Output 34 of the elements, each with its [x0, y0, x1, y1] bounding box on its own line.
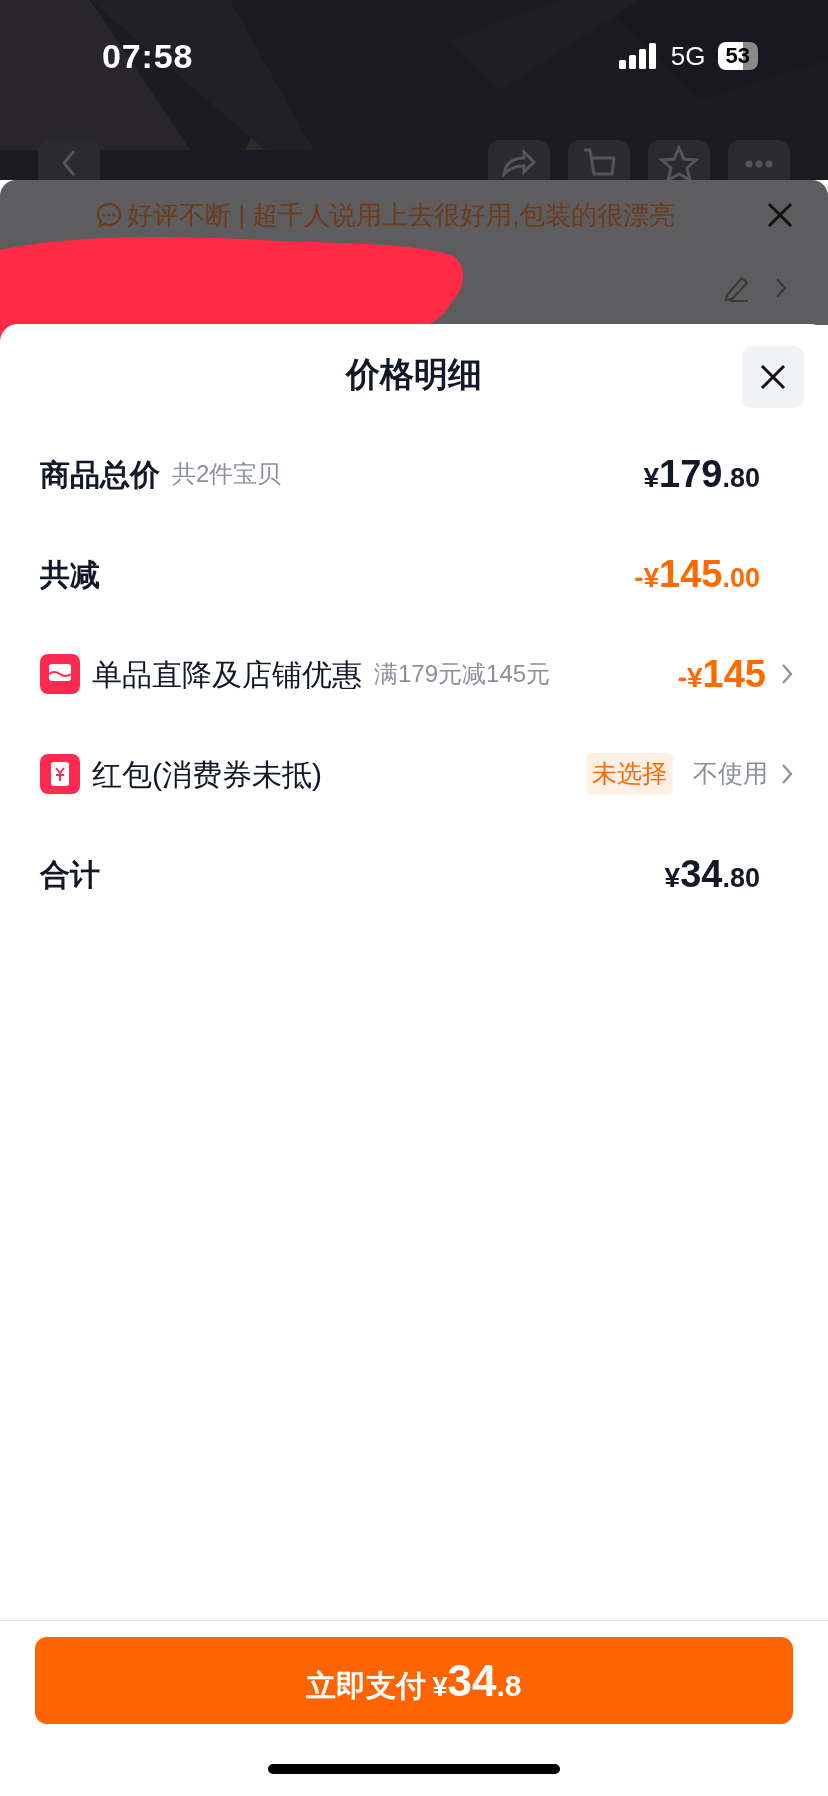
- status-badge: 未选择: [586, 753, 673, 795]
- more-button[interactable]: [728, 140, 790, 180]
- chevron-right-icon: [780, 662, 794, 686]
- signal-icon: [618, 43, 659, 69]
- chat-bubble-icon: [95, 201, 123, 229]
- network-label: 5G: [670, 39, 706, 73]
- banner-text: 好评不断 | 超千人说用上去很好用,包装的很漂亮: [127, 198, 676, 232]
- chevron-right-icon: [780, 762, 794, 786]
- status-time: 07:58: [102, 35, 194, 77]
- row-note: 共2件宝贝: [172, 459, 282, 489]
- price-amount: -¥145.00: [634, 551, 760, 597]
- row-label: 商品总价: [40, 456, 160, 493]
- coupon-icon: [40, 754, 80, 794]
- price-amount: ¥34.80: [664, 851, 760, 897]
- close-icon: [766, 201, 794, 229]
- close-icon: [759, 363, 787, 391]
- cart-button[interactable]: [568, 140, 630, 180]
- row-label: 红包(消费券未抵): [92, 756, 322, 793]
- row-label: 单品直降及店铺优惠: [92, 656, 362, 693]
- shop-icon: [40, 654, 80, 694]
- close-button[interactable]: [742, 346, 804, 408]
- more-icon: [745, 160, 773, 168]
- price-amount: ¥179.80: [643, 451, 760, 497]
- discount-amount: -¥145: [677, 651, 766, 697]
- pay-button[interactable]: 立即支付 ¥34.8: [35, 1637, 793, 1724]
- row-note: 满179元减145元: [374, 659, 551, 689]
- row-label: 合计: [40, 856, 100, 893]
- share-button[interactable]: [488, 140, 550, 180]
- back-button[interactable]: [38, 140, 100, 180]
- coupon-option[interactable]: 不使用: [693, 755, 794, 793]
- row-label: 共减: [40, 556, 100, 593]
- sheet-title: 价格明细: [346, 353, 482, 395]
- star-button[interactable]: [648, 140, 710, 180]
- battery-indicator: 53: [717, 42, 758, 70]
